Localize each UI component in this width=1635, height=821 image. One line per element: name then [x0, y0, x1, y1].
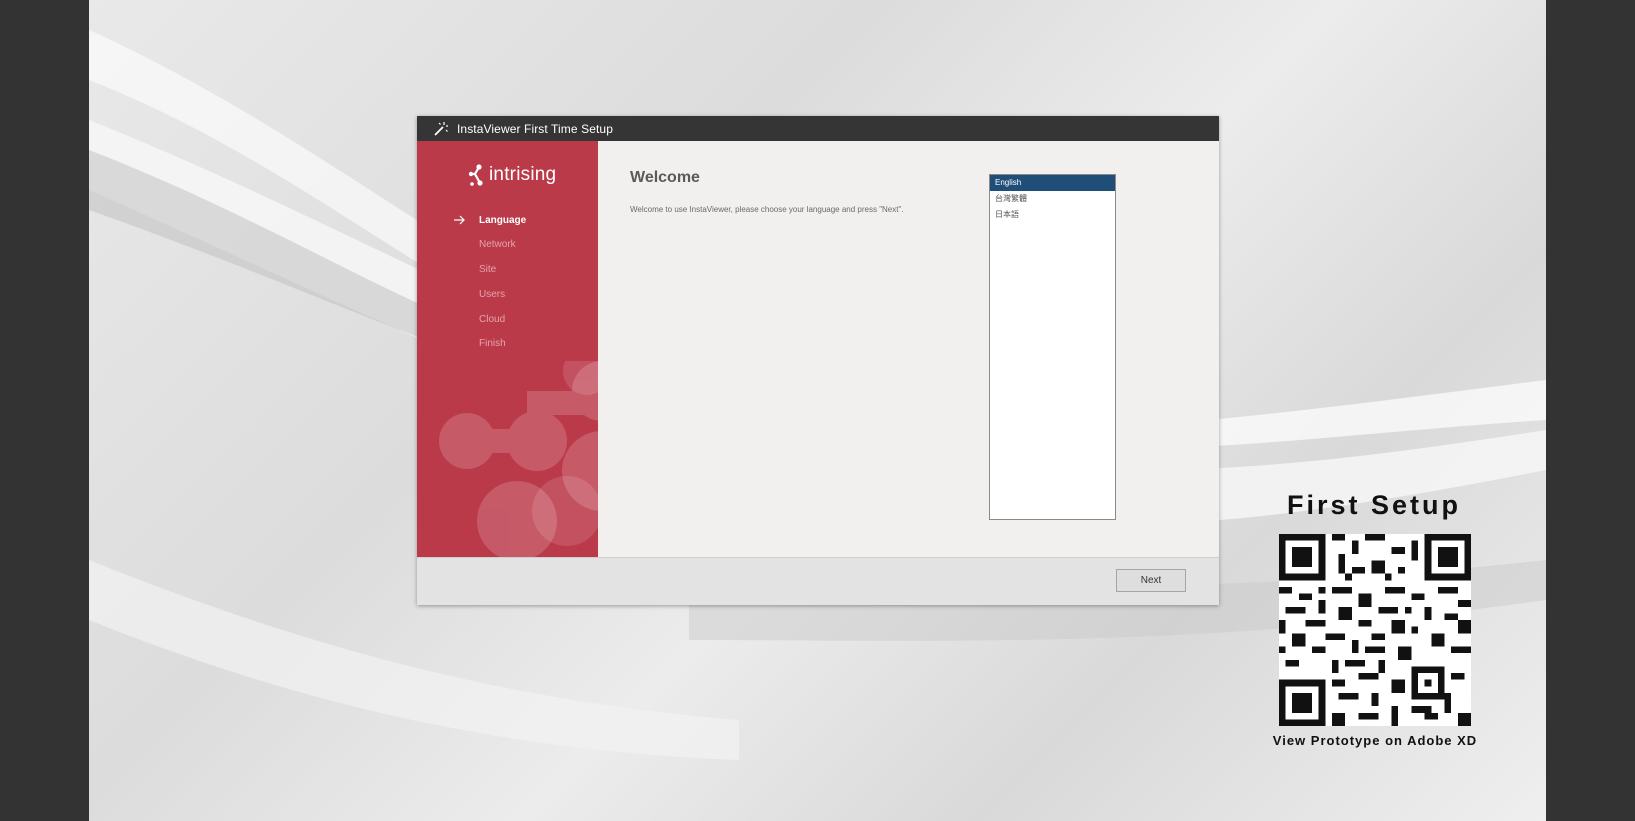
step-site: Site [479, 264, 497, 275]
window-title: InstaViewer First Time Setup [457, 121, 613, 136]
page-description: Welcome to use InstaViewer, please choos… [630, 205, 904, 214]
page-heading: Welcome [630, 169, 700, 186]
setup-window: InstaViewer First Time Setup intrising L… [417, 116, 1219, 605]
promo-caption: View Prototype on Adobe XD [1272, 733, 1478, 748]
step-finish: Finish [479, 338, 506, 349]
sidebar-decoration [439, 361, 598, 557]
language-option-traditional-chinese[interactable]: 台灣繁體 [990, 191, 1115, 207]
step-language: Language [479, 215, 527, 226]
arrow-right-icon [454, 215, 465, 225]
next-button[interactable]: Next [1116, 569, 1186, 592]
step-network: Network [479, 239, 516, 250]
qr-code-icon [1279, 534, 1471, 726]
step-cloud: Cloud [479, 314, 506, 325]
setup-sidebar: intrising Language Network Site Users Cl… [417, 141, 598, 557]
intrising-logo-icon [468, 164, 483, 186]
brand-logo: intrising [467, 162, 556, 188]
brand-name: intrising [489, 164, 557, 185]
language-option-japanese[interactable]: 日本語 [990, 207, 1115, 223]
step-users: Users [479, 289, 506, 300]
content-area: Welcome Welcome to use InstaViewer, plea… [598, 141, 1219, 557]
title-bar[interactable]: InstaViewer First Time Setup [417, 116, 1219, 141]
page: InstaViewer First Time Setup intrising L… [0, 0, 1635, 821]
language-listbox[interactable]: English 台灣繁體 日本語 [989, 174, 1116, 520]
promo-title: First Setup [1286, 490, 1461, 520]
magic-wand-icon [433, 121, 449, 137]
window-footer: Next [417, 557, 1219, 605]
language-option-english[interactable]: English [990, 175, 1115, 191]
